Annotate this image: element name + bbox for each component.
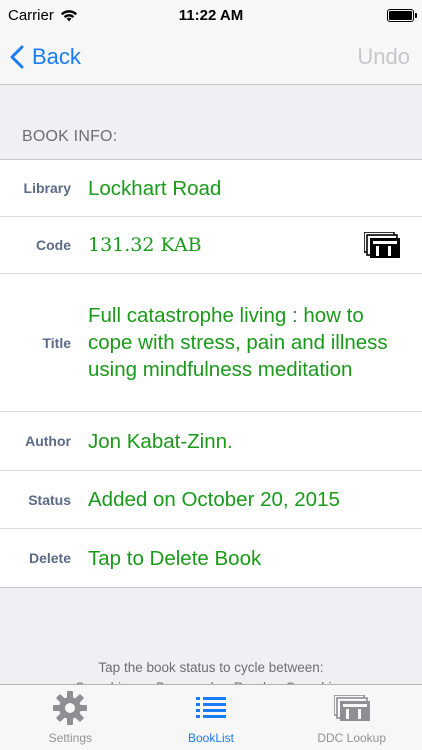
carrier-label: Carrier [8, 6, 54, 24]
author-value: Jon Kabat-Zinn. [88, 429, 233, 453]
wifi-icon [60, 9, 77, 21]
status-left: Carrier [8, 7, 78, 24]
row-library[interactable]: Library Lockhart Road [0, 160, 422, 217]
tab-ddc-lookup-label: DDC Lookup [317, 731, 387, 745]
library-label: Library [23, 180, 71, 196]
row-delete[interactable]: Delete Tap to Delete Book [0, 529, 422, 587]
tab-booklist-label: BookList [187, 731, 235, 745]
tab-settings-icon-wrap [51, 689, 89, 727]
status-label: Status [28, 491, 71, 508]
row-status[interactable]: Status Added on October 20, 2015 [0, 471, 422, 529]
book-info-table: Library Lockhart Road Code 131.32 KAB Ti… [0, 159, 422, 588]
library-value: Lockhart Road [88, 176, 222, 200]
tab-ddc-lookup[interactable]: DDC Lookup [281, 685, 422, 750]
tab-booklist[interactable]: BookList [141, 685, 282, 750]
battery-fill [389, 10, 412, 20]
battery-icon [387, 8, 417, 22]
cards-icon [333, 695, 370, 721]
status-bar: Carrier 11:22 AM [0, 0, 422, 30]
tab-booklist-icon-wrap [192, 689, 230, 727]
status-value[interactable]: Added on October 20, 2015 [82, 486, 422, 513]
delete-label: Delete [28, 550, 71, 566]
author-label: Author [25, 433, 71, 449]
row-code[interactable]: Code 131.32 KAB [0, 217, 422, 274]
row-title[interactable]: Title Full catastrophe living : how to c… [0, 274, 422, 412]
tab-settings-label: Settings [48, 731, 93, 745]
title-label: Title [42, 334, 71, 351]
back-button[interactable]: Back [10, 40, 81, 74]
back-label: Back [32, 44, 81, 69]
title-value: Full catastrophe living : how to cope wi… [88, 304, 388, 381]
tab-bar: Settings BookList DDC Lookup [0, 684, 422, 750]
row-author[interactable]: Author Jon Kabat-Zinn. [0, 412, 422, 471]
list-icon [196, 697, 226, 718]
code-label: Code [36, 237, 71, 253]
undo-button[interactable]: Undo [357, 40, 410, 74]
chevron-left-icon [10, 45, 24, 69]
navigation-bar: Back Undo [0, 30, 422, 85]
footer-instruction: Tap the book status to cycle between: [98, 660, 324, 675]
section-header: BOOK INFO: [22, 128, 118, 145]
tab-settings[interactable]: Settings [0, 685, 141, 750]
gear-icon [53, 691, 88, 725]
cards-icon[interactable] [364, 232, 400, 258]
tab-ddc-icon-wrap [333, 689, 371, 727]
delete-book-button[interactable]: Tap to Delete Book [82, 545, 422, 572]
